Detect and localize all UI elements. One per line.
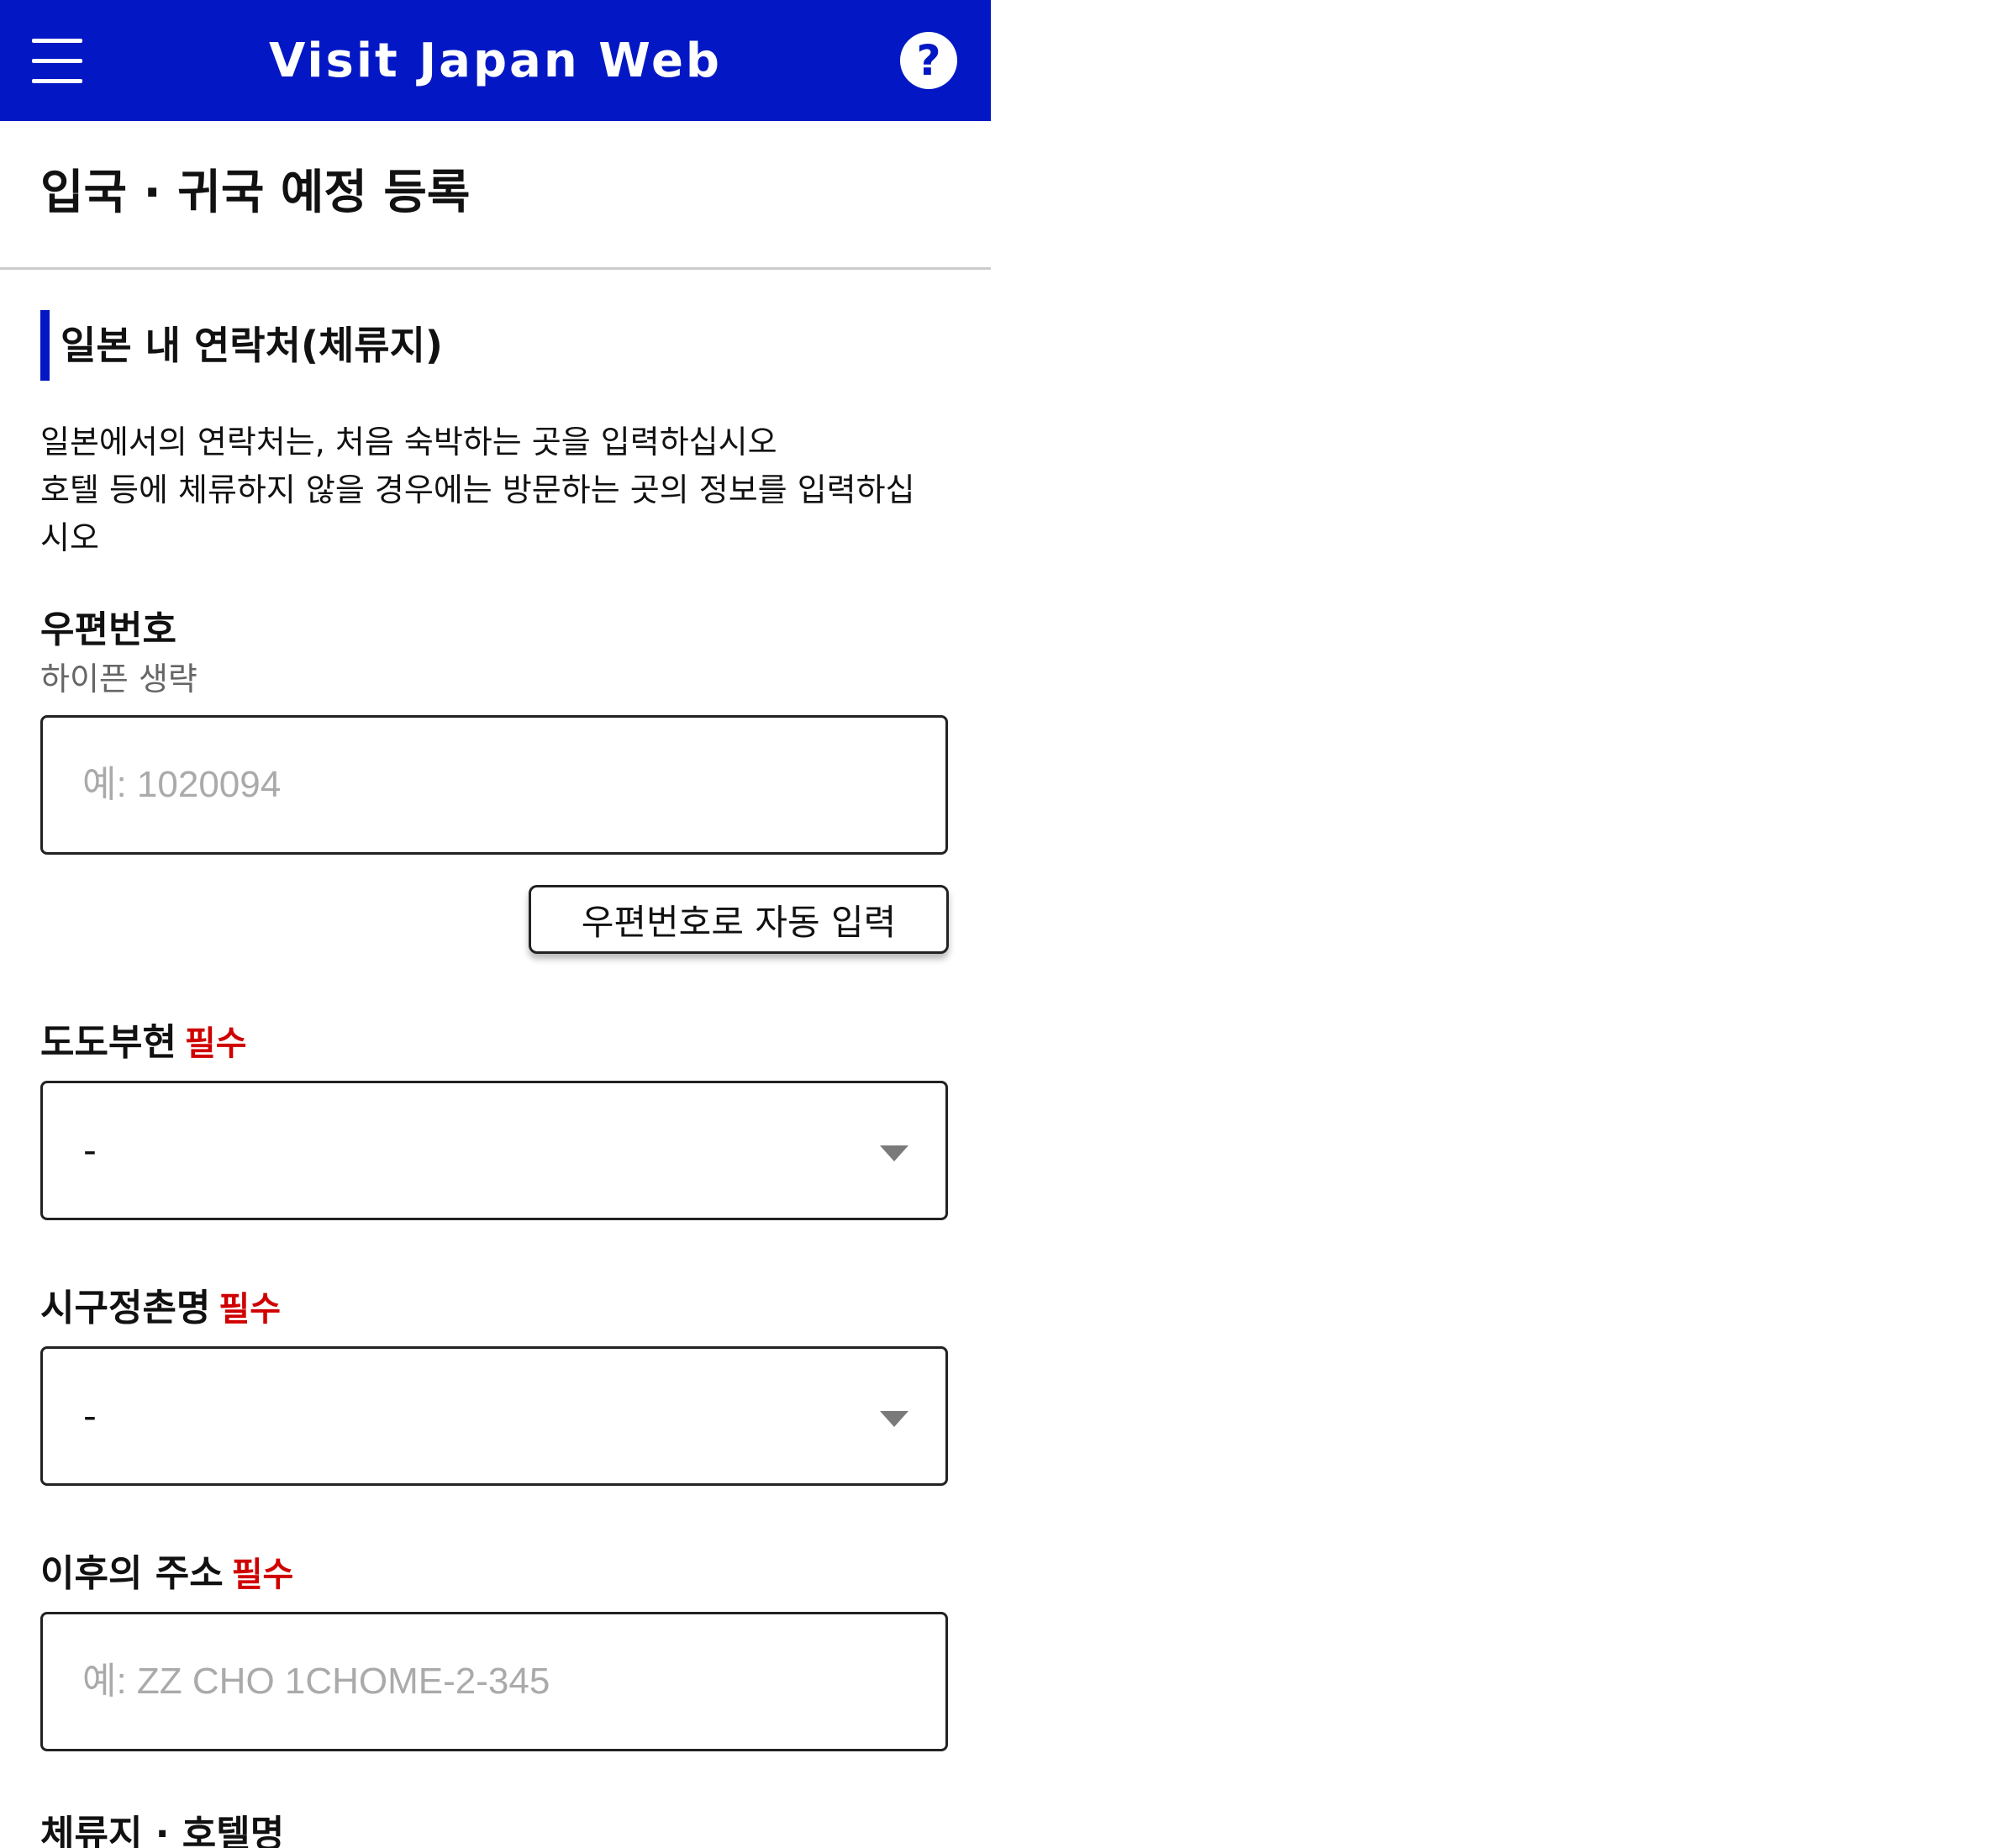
description-line: 시오 (40, 519, 99, 556)
required-badge: 필수 (231, 1556, 294, 1594)
postal-autofill-button[interactable]: 우편번호로 자동 입력 (529, 885, 949, 954)
title-divider (0, 267, 991, 270)
required-badge: 필수 (184, 1024, 247, 1063)
city-selected-value: - (83, 1394, 97, 1438)
description-line: 일본에서의 연락처는, 처음 숙박하는 곳을 입력하십시오 (40, 424, 777, 461)
menu-line (32, 59, 82, 63)
address-input[interactable] (40, 1612, 948, 1751)
description-line: 호텔 등에 체류하지 않을 경우에는 방문하는 곳의 정보를 입력하십 (40, 471, 915, 508)
postal-code-label: 우편번호 (40, 608, 176, 651)
app-screen: Visit Japan Web ? 입국 · 귀국 예정 등록 일본 내 연락처… (0, 0, 991, 1848)
section-accent-bar (40, 310, 50, 381)
address-label: 이후의 주소 필수 (40, 1549, 293, 1600)
required-badge: 필수 (219, 1290, 282, 1329)
prefecture-select[interactable]: - (40, 1081, 948, 1220)
hotel-name-label: 체류지 · 호텔명 (40, 1813, 285, 1848)
city-label: 시구정촌명 필수 (40, 1283, 281, 1335)
postal-code-input[interactable] (40, 715, 948, 855)
section-title: 일본 내 연락처(체류지) (61, 323, 443, 368)
city-label-text: 시구정촌명 (40, 1287, 211, 1329)
help-icon[interactable]: ? (900, 32, 957, 89)
prefecture-selected-value: - (83, 1129, 97, 1172)
chevron-down-icon (880, 1411, 908, 1427)
prefecture-label: 도도부현 필수 (40, 1018, 247, 1069)
section-description: 일본에서의 연락처는, 처음 숙박하는 곳을 입력하십시오 호텔 등에 체류하지… (40, 419, 948, 562)
page-title: 입국 · 귀국 예정 등록 (40, 166, 471, 220)
app-title: Visit Japan Web (268, 33, 723, 88)
menu-line (32, 39, 82, 43)
hamburger-menu-icon[interactable] (25, 29, 89, 92)
app-header: Visit Japan Web ? (0, 0, 991, 121)
menu-line (32, 79, 82, 83)
postal-code-hint: 하이픈 생략 (40, 661, 197, 698)
prefecture-label-text: 도도부현 (40, 1021, 176, 1064)
address-label-text: 이후의 주소 (40, 1552, 224, 1595)
chevron-down-icon (880, 1145, 908, 1161)
city-select[interactable]: - (40, 1346, 948, 1486)
